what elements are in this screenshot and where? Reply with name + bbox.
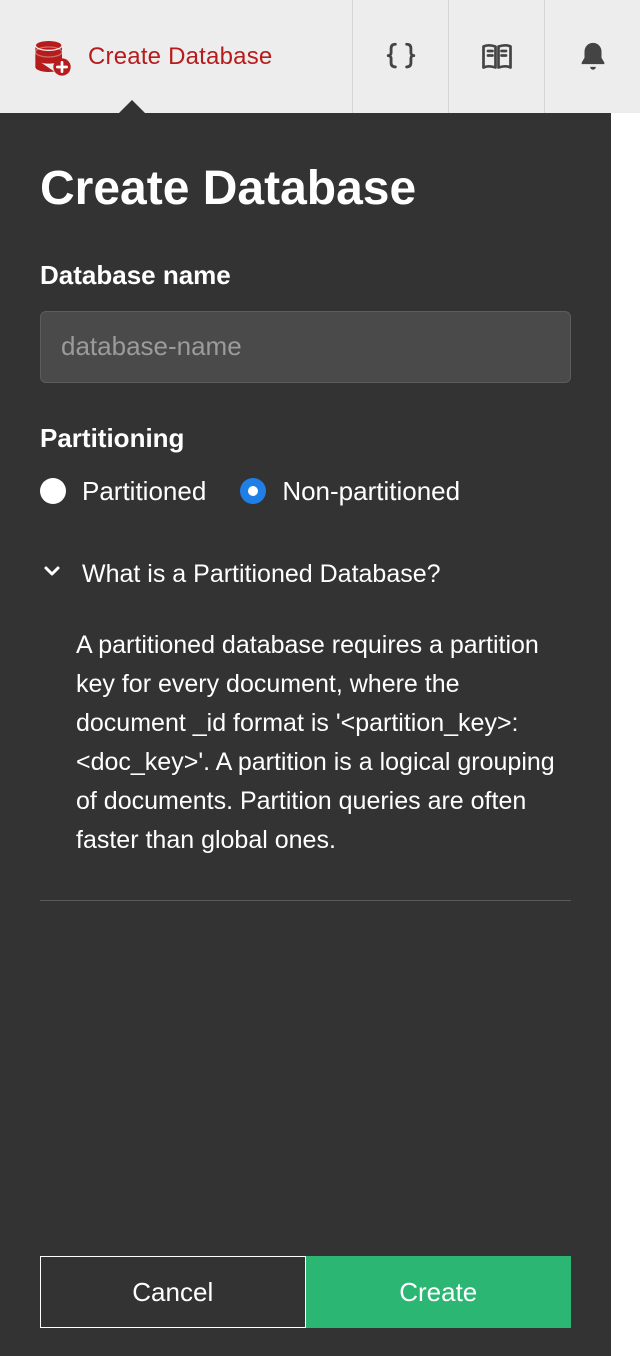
cancel-button[interactable]: Cancel <box>40 1256 306 1328</box>
braces-icon <box>384 40 418 74</box>
docs-button[interactable] <box>448 0 544 113</box>
radio-partitioned-label: Partitioned <box>82 476 206 507</box>
database-name-label: Database name <box>40 260 571 291</box>
partitioning-help-body: A partitioned database requires a partit… <box>40 626 571 901</box>
panel-title: Create Database <box>40 163 571 216</box>
cancel-button-label: Cancel <box>132 1277 213 1308</box>
active-tab-pointer <box>118 100 146 114</box>
chevron-down-icon <box>40 559 64 590</box>
create-button-label: Create <box>399 1277 477 1308</box>
right-gutter <box>611 113 640 1356</box>
partitioning-help-toggle[interactable]: What is a Partitioned Database? <box>40 559 571 590</box>
radio-circle-icon <box>40 478 66 504</box>
create-database-tab-label: Create Database <box>88 43 272 71</box>
create-button[interactable]: Create <box>306 1256 572 1328</box>
radio-non-partitioned-label: Non-partitioned <box>282 476 460 507</box>
partitioning-radio-group: Partitioned Non-partitioned <box>40 476 571 507</box>
database-name-input[interactable] <box>40 311 571 383</box>
partitioning-help-label: What is a Partitioned Database? <box>82 560 441 589</box>
partitioning-label: Partitioning <box>40 423 571 454</box>
create-database-panel: Create Database Database name Partitioni… <box>0 113 611 1356</box>
top-toolbar: Create Database <box>0 0 640 113</box>
radio-non-partitioned[interactable]: Non-partitioned <box>240 476 460 507</box>
radio-circle-selected-icon <box>240 478 266 504</box>
bell-icon <box>576 40 610 74</box>
book-icon <box>479 39 515 75</box>
database-add-icon <box>32 37 72 77</box>
create-database-tab[interactable]: Create Database <box>0 0 304 113</box>
panel-footer: Cancel Create <box>40 1256 571 1356</box>
notifications-button[interactable] <box>544 0 640 113</box>
json-button[interactable] <box>352 0 448 113</box>
radio-partitioned[interactable]: Partitioned <box>40 476 206 507</box>
